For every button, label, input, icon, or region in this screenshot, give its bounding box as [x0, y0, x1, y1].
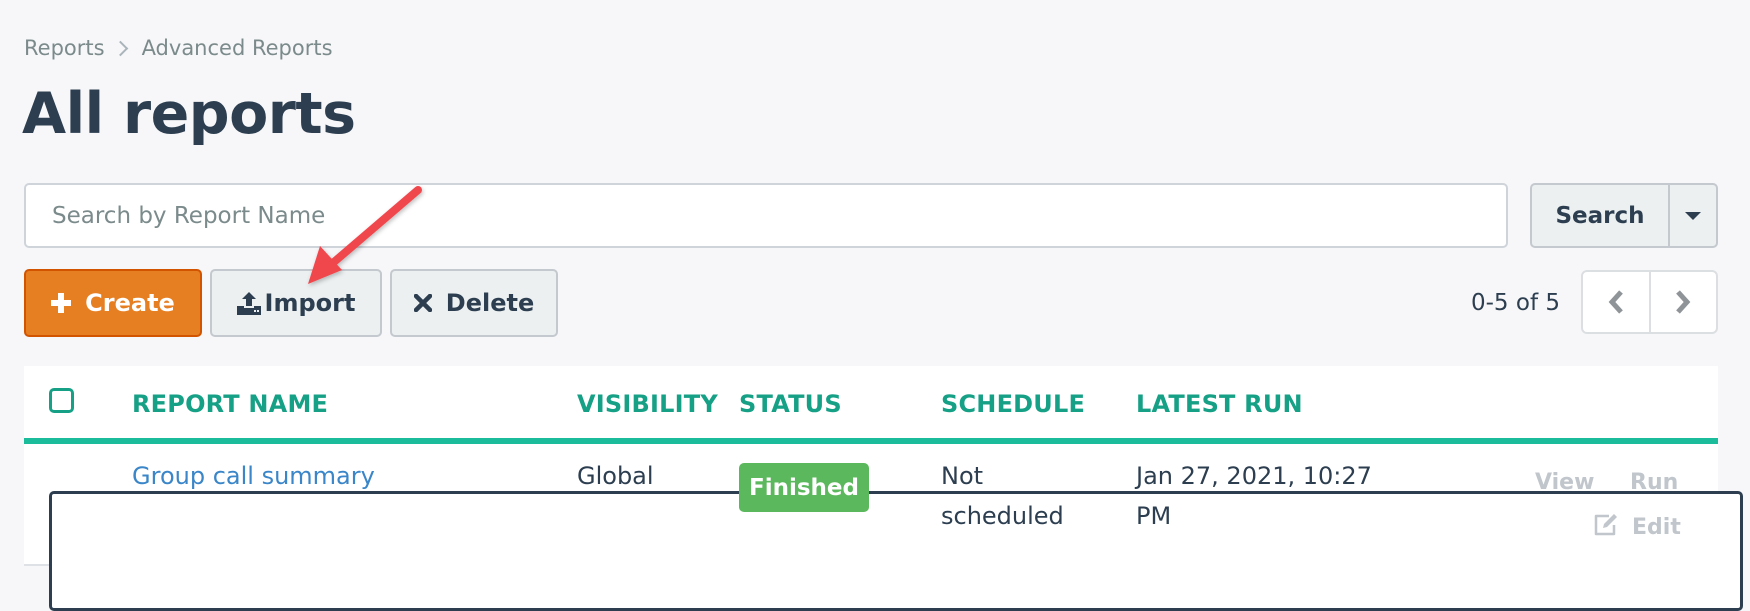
- schedule-line-1: Not: [941, 462, 984, 490]
- previous-page-button[interactable]: [1583, 272, 1649, 332]
- row-checkbox[interactable]: [49, 491, 1743, 611]
- search-button-group: Search: [1530, 183, 1718, 248]
- import-button[interactable]: Import: [210, 269, 382, 337]
- reports-table: REPORT NAME VISIBILITY STATUS SCHEDULE L…: [24, 366, 1743, 611]
- breadcrumb-advanced-reports[interactable]: Advanced Reports: [142, 36, 333, 60]
- chevron-left-icon: [1608, 290, 1623, 314]
- schedule-value: Not scheduled: [941, 456, 1064, 536]
- pagination-range: 0-5 of 5: [1471, 290, 1560, 316]
- table-row: Group call summary Global Finished Not s…: [24, 444, 1743, 611]
- chevron-right-icon: [112, 40, 128, 56]
- edit-icon[interactable]: [1593, 513, 1619, 546]
- visibility-value: Global: [577, 462, 654, 490]
- column-header-schedule[interactable]: SCHEDULE: [941, 388, 1085, 420]
- upload-icon: [236, 291, 261, 315]
- run-action[interactable]: Run: [1630, 468, 1678, 498]
- search-button[interactable]: Search: [1532, 185, 1670, 246]
- plus-icon: [51, 293, 72, 313]
- latest-run-value: Jan 27, 2021, 10:27 PM: [1136, 456, 1372, 536]
- chevron-right-icon: [1676, 290, 1691, 314]
- delete-button[interactable]: Delete: [390, 269, 558, 337]
- search-dropdown-toggle[interactable]: [1670, 185, 1716, 246]
- table-header: REPORT NAME VISIBILITY STATUS SCHEDULE L…: [24, 366, 1718, 444]
- report-name-link[interactable]: Group call summary: [132, 456, 375, 496]
- breadcrumb: Reports Advanced Reports: [24, 33, 333, 63]
- column-header-visibility[interactable]: VISIBILITY: [577, 388, 718, 420]
- view-action[interactable]: View: [1535, 468, 1594, 498]
- latest-run-line-2: PM: [1136, 502, 1172, 530]
- page-title: All reports: [22, 81, 356, 147]
- latest-run-line-1: Jan 27, 2021, 10:27: [1136, 462, 1372, 490]
- edit-action[interactable]: Edit: [1632, 513, 1681, 543]
- column-header-latest-run[interactable]: LATEST RUN: [1136, 388, 1303, 420]
- column-header-status[interactable]: STATUS: [739, 388, 842, 420]
- column-header-report-name[interactable]: REPORT NAME: [132, 388, 328, 420]
- search-input[interactable]: [24, 183, 1508, 248]
- times-icon: [413, 294, 432, 312]
- caret-down-icon: [1685, 211, 1701, 220]
- breadcrumb-reports[interactable]: Reports: [24, 36, 105, 60]
- select-all-checkbox[interactable]: [49, 388, 74, 413]
- pager: [1581, 270, 1718, 334]
- import-button-label: Import: [264, 289, 356, 317]
- delete-button-label: Delete: [445, 289, 535, 317]
- create-button-label: Create: [85, 289, 175, 317]
- schedule-line-2: scheduled: [941, 502, 1064, 530]
- next-page-button[interactable]: [1648, 272, 1717, 332]
- status-badge: Finished: [739, 463, 869, 512]
- create-button[interactable]: Create: [24, 269, 202, 337]
